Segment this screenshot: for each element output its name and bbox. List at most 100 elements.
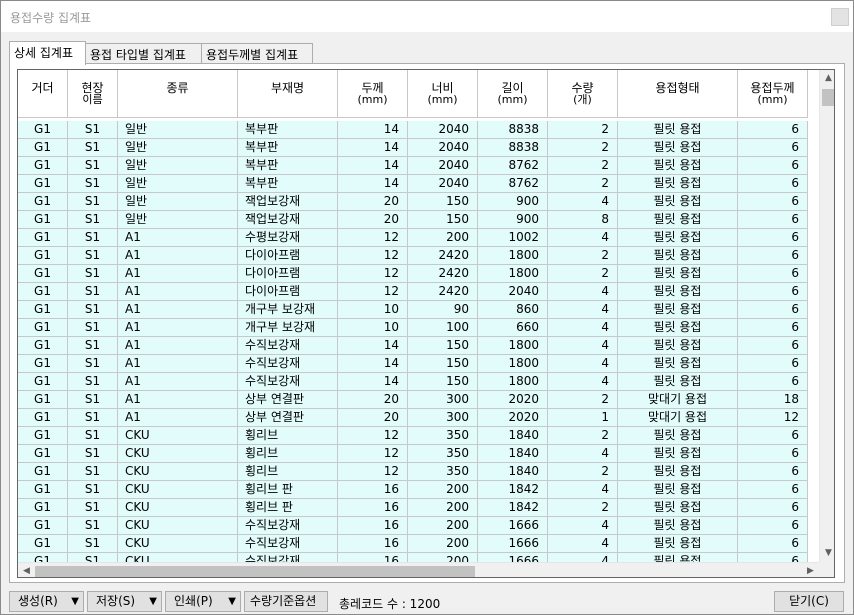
cell-length[interactable]: 2020 bbox=[478, 409, 548, 427]
cell-weld-type[interactable]: 필릿 용접 bbox=[618, 175, 738, 193]
cell-site[interactable]: S1 bbox=[68, 139, 118, 157]
cell-weld-type[interactable]: 필릿 용접 bbox=[618, 463, 738, 481]
cell-weld-type[interactable]: 필릿 용접 bbox=[618, 265, 738, 283]
cell-member-name[interactable]: 횡리브 bbox=[238, 445, 338, 463]
cell-quantity[interactable]: 2 bbox=[548, 157, 618, 175]
cell-type[interactable]: A1 bbox=[118, 229, 238, 247]
tab-weld-thickness-summary[interactable]: 용접두께별 집계표 bbox=[201, 43, 313, 64]
cell-weld-thickness[interactable]: 6 bbox=[738, 445, 808, 463]
column-header-width[interactable]: 너비 (mm) bbox=[408, 70, 478, 117]
tab-detail-summary[interactable]: 상세 집계표 bbox=[9, 41, 86, 65]
cell-girder[interactable]: G1 bbox=[18, 535, 68, 553]
cell-type[interactable]: 일반 bbox=[118, 175, 238, 193]
cell-width[interactable]: 2420 bbox=[408, 265, 478, 283]
cell-type[interactable]: CKU bbox=[118, 481, 238, 499]
quantity-option-button[interactable]: 수량기준옵션 bbox=[244, 591, 328, 612]
cell-weld-type[interactable]: 필릿 용접 bbox=[618, 337, 738, 355]
cell-thickness[interactable]: 20 bbox=[338, 193, 408, 211]
cell-thickness[interactable]: 14 bbox=[338, 157, 408, 175]
cell-length[interactable]: 1002 bbox=[478, 229, 548, 247]
column-header-thickness[interactable]: 두께 (mm) bbox=[338, 70, 408, 117]
cell-weld-type[interactable]: 맞대기 용접 bbox=[618, 391, 738, 409]
cell-weld-thickness[interactable]: 6 bbox=[738, 499, 808, 517]
cell-quantity[interactable]: 4 bbox=[548, 535, 618, 553]
cell-type[interactable]: A1 bbox=[118, 283, 238, 301]
cell-member-name[interactable]: 다이아프램 bbox=[238, 265, 338, 283]
cell-quantity[interactable]: 2 bbox=[548, 175, 618, 193]
cell-thickness[interactable]: 10 bbox=[338, 319, 408, 337]
cell-thickness[interactable]: 16 bbox=[338, 517, 408, 535]
cell-weld-type[interactable]: 필릿 용접 bbox=[618, 301, 738, 319]
table-row[interactable]: G1 S1 A1 수직보강재 14 150 1800 4 필릿 용접 6 bbox=[18, 337, 808, 355]
cell-member-name[interactable]: 횡리브 판 bbox=[238, 499, 338, 517]
cell-length[interactable]: 2040 bbox=[478, 283, 548, 301]
cell-site[interactable]: S1 bbox=[68, 445, 118, 463]
cell-site[interactable]: S1 bbox=[68, 535, 118, 553]
cell-thickness[interactable]: 14 bbox=[338, 175, 408, 193]
cell-site[interactable]: S1 bbox=[68, 373, 118, 391]
cell-girder[interactable]: G1 bbox=[18, 211, 68, 229]
cell-girder[interactable]: G1 bbox=[18, 355, 68, 373]
cell-width[interactable]: 2420 bbox=[408, 283, 478, 301]
column-header-site[interactable]: 현장 이름 bbox=[68, 70, 118, 117]
tab-weld-type-summary[interactable]: 용접 타입별 집계표 bbox=[85, 43, 202, 64]
cell-weld-thickness[interactable]: 6 bbox=[738, 229, 808, 247]
table-row[interactable]: G1 S1 A1 다이아프램 12 2420 1800 2 필릿 용접 6 bbox=[18, 265, 808, 283]
cell-type[interactable]: CKU bbox=[118, 463, 238, 481]
cell-site[interactable]: S1 bbox=[68, 481, 118, 499]
cell-site[interactable]: S1 bbox=[68, 301, 118, 319]
cell-girder[interactable]: G1 bbox=[18, 229, 68, 247]
column-header-weld-thickness[interactable]: 용접두께 (mm) bbox=[738, 70, 808, 117]
cell-quantity[interactable]: 2 bbox=[548, 427, 618, 445]
scroll-left-icon[interactable]: ◀ bbox=[18, 563, 35, 577]
cell-girder[interactable]: G1 bbox=[18, 247, 68, 265]
table-row[interactable]: G1 S1 일반 잭업보강재 20 150 900 8 필릿 용접 6 bbox=[18, 211, 808, 229]
cell-weld-type[interactable]: 필릿 용접 bbox=[618, 355, 738, 373]
cell-site[interactable]: S1 bbox=[68, 247, 118, 265]
cell-type[interactable]: 일반 bbox=[118, 139, 238, 157]
cell-girder[interactable]: G1 bbox=[18, 463, 68, 481]
cell-thickness[interactable]: 14 bbox=[338, 139, 408, 157]
table-row[interactable]: G1 S1 일반 복부판 14 2040 8762 2 필릿 용접 6 bbox=[18, 157, 808, 175]
cell-member-name[interactable]: 잭업보강재 bbox=[238, 211, 338, 229]
table-row[interactable]: G1 S1 CKU 횡리브 12 350 1840 2 필릿 용접 6 bbox=[18, 427, 808, 445]
horizontal-scrollbar[interactable]: ◀ ▶ bbox=[18, 562, 819, 577]
cell-length[interactable]: 1800 bbox=[478, 247, 548, 265]
cell-girder[interactable]: G1 bbox=[18, 517, 68, 535]
cell-width[interactable]: 150 bbox=[408, 211, 478, 229]
cell-weld-thickness[interactable]: 6 bbox=[738, 139, 808, 157]
table-row[interactable]: G1 S1 A1 상부 연결판 20 300 2020 1 맞대기 용접 12 bbox=[18, 409, 808, 427]
cell-quantity[interactable]: 2 bbox=[548, 247, 618, 265]
cell-quantity[interactable]: 8 bbox=[548, 211, 618, 229]
cell-thickness[interactable]: 12 bbox=[338, 283, 408, 301]
cell-width[interactable]: 2420 bbox=[408, 247, 478, 265]
scroll-down-icon[interactable]: ▼ bbox=[820, 545, 834, 562]
cell-weld-thickness[interactable]: 6 bbox=[738, 211, 808, 229]
table-row[interactable]: G1 S1 A1 다이아프램 12 2420 2040 4 필릿 용접 6 bbox=[18, 283, 808, 301]
cell-width[interactable]: 200 bbox=[408, 229, 478, 247]
cell-length[interactable]: 2020 bbox=[478, 391, 548, 409]
cell-length[interactable]: 1800 bbox=[478, 337, 548, 355]
cell-quantity[interactable]: 4 bbox=[548, 319, 618, 337]
cell-girder[interactable]: G1 bbox=[18, 409, 68, 427]
cell-girder[interactable]: G1 bbox=[18, 391, 68, 409]
table-row[interactable]: G1 S1 일반 복부판 14 2040 8838 2 필릿 용접 6 bbox=[18, 121, 808, 139]
cell-width[interactable]: 300 bbox=[408, 391, 478, 409]
cell-type[interactable]: A1 bbox=[118, 373, 238, 391]
column-header-member-name[interactable]: 부재명 bbox=[238, 70, 338, 117]
cell-width[interactable]: 350 bbox=[408, 445, 478, 463]
close-icon[interactable] bbox=[831, 8, 849, 26]
vertical-scrollbar[interactable]: ▲ ▼ bbox=[819, 70, 834, 562]
cell-thickness[interactable]: 12 bbox=[338, 427, 408, 445]
cell-type[interactable]: CKU bbox=[118, 427, 238, 445]
cell-site[interactable]: S1 bbox=[68, 427, 118, 445]
cell-width[interactable]: 200 bbox=[408, 535, 478, 553]
cell-length[interactable]: 1666 bbox=[478, 517, 548, 535]
cell-weld-type[interactable]: 필릿 용접 bbox=[618, 319, 738, 337]
cell-quantity[interactable]: 4 bbox=[548, 283, 618, 301]
cell-member-name[interactable]: 개구부 보강재 bbox=[238, 319, 338, 337]
cell-member-name[interactable]: 횡리브 판 bbox=[238, 481, 338, 499]
cell-weld-type[interactable]: 필릿 용접 bbox=[618, 373, 738, 391]
cell-weld-type[interactable]: 필릿 용접 bbox=[618, 229, 738, 247]
cell-member-name[interactable]: 복부판 bbox=[238, 157, 338, 175]
